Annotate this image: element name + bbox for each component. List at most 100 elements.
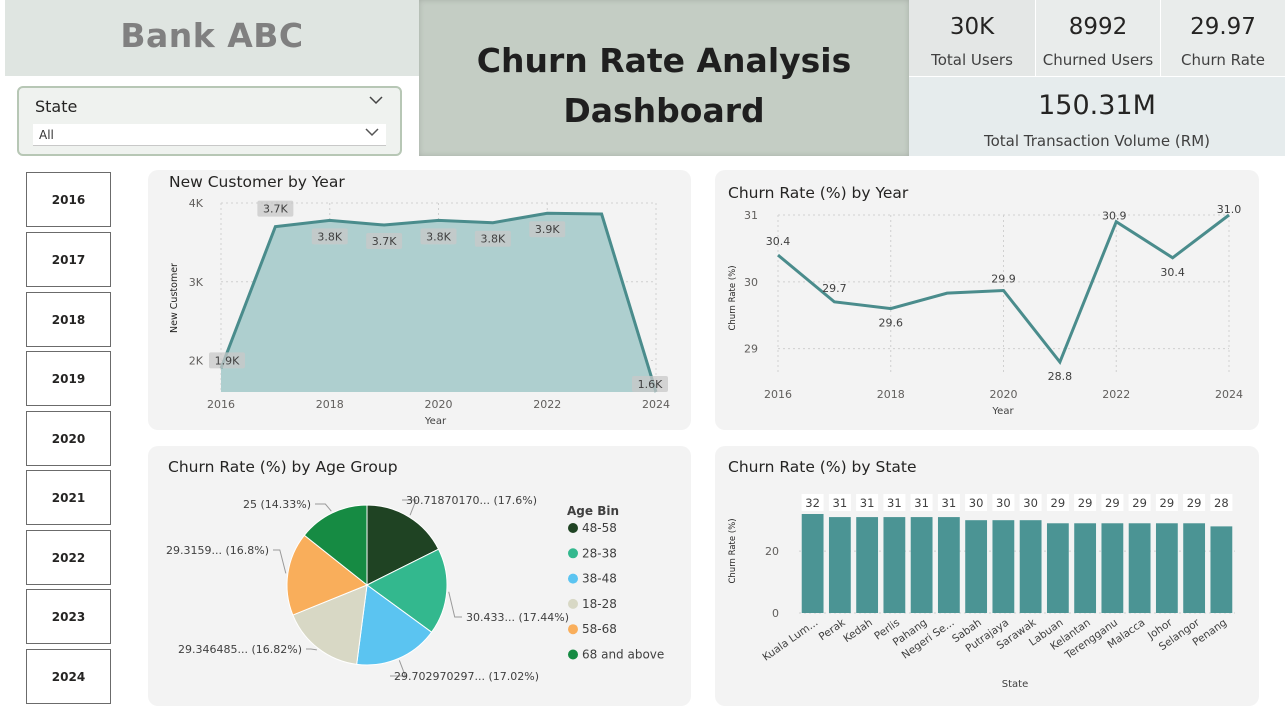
dashboard-title: Churn Rate Analysis Dashboard (419, 36, 909, 136)
churn-state-card[interactable]: Churn Rate (%) by State 0 20 32 Kuala Lum..… (715, 446, 1259, 706)
bar-Labuan (1046, 523, 1069, 613)
y-tick-label: 3K (189, 276, 204, 289)
year-button-2023[interactable]: 2023 (26, 589, 111, 644)
x-axis-label: Year (991, 406, 1014, 417)
data-label: 30.9 (1102, 210, 1127, 223)
x-tick-label: 2018 (877, 388, 905, 401)
year-button-2022[interactable]: 2022 (26, 530, 111, 585)
y-tick-label: 0 (772, 607, 779, 620)
kpi-label: Churned Users (1042, 51, 1154, 69)
data-label: 29.7 (822, 282, 847, 295)
year-button-2019[interactable]: 2019 (26, 351, 111, 406)
legend-marker (568, 598, 578, 609)
new-customer-card[interactable]: New Customer by Year 2K 3K 4K 2016 2018 2020 2… (148, 170, 691, 430)
kpi-label: Total Transaction Volume (RM) (983, 132, 1210, 150)
year-button-2020[interactable]: 2020 (26, 411, 111, 466)
y-tick-label: 30 (744, 276, 758, 289)
x-axis-label: Year (424, 416, 447, 427)
bar-Kedah (856, 517, 879, 613)
legend-marker (568, 548, 578, 559)
slicer-title: State (35, 97, 78, 116)
leader-line (306, 648, 317, 651)
data-label: 31 (887, 496, 902, 510)
x-tick-label: 2020 (990, 388, 1018, 401)
bar-Putrajaya (992, 520, 1015, 613)
new-customer-chart[interactable]: 2K 3K 4K 2016 2018 2020 2022 2024 1.9K 3.7K 3.8K 3.… (148, 170, 691, 430)
year-button-2017[interactable]: 2017 (26, 232, 111, 287)
churn-age-chart[interactable]: 30.71870170... (17.6%) 30.433... (17.44%)… (148, 446, 691, 706)
dashboard-title-line2: Dashboard (563, 91, 765, 130)
bar-Penang (1210, 526, 1233, 613)
chevron-down-icon[interactable] (364, 125, 380, 143)
legend-item: 28-38 (582, 546, 617, 560)
data-label: 1.9K (215, 354, 240, 367)
year-button-2021[interactable]: 2021 (26, 470, 111, 525)
legend-marker (568, 523, 578, 533)
kpi-total-transaction-volume: 150.31M Total Transaction Volume (RM) (909, 77, 1285, 156)
slice-label: 30.71870170... (17.6%) (406, 494, 537, 507)
dashboard-title-line1: Churn Rate Analysis (476, 41, 852, 80)
x-tick-label: 2022 (1102, 388, 1130, 401)
bar-Sabah (965, 520, 988, 613)
data-label: 30 (969, 496, 984, 510)
legend-item: 38-48 (582, 572, 617, 586)
data-label: 3.9K (535, 223, 560, 236)
data-label: 29 (1187, 496, 1202, 510)
x-tick-label: 2016 (764, 388, 792, 401)
bar-Perlis (883, 517, 906, 613)
bar-Kelantan (1074, 523, 1097, 613)
data-label: 3.8K (426, 230, 451, 243)
data-label: 29 (1105, 496, 1120, 510)
x-tick-label: Kuala Lum... (760, 617, 820, 664)
data-label: 29.6 (879, 317, 904, 330)
kpi-label: Churn Rate (1180, 51, 1266, 69)
data-label: 29 (1132, 496, 1147, 510)
slice-label: 25 (14.33%) (243, 498, 311, 511)
churn-year-chart[interactable]: 29 30 31 2016 2018 2020 2022 2024 30.4 29.7 29.6 29… (715, 170, 1259, 430)
leader-line (448, 591, 462, 618)
bar-Malacca (1128, 523, 1151, 613)
state-dropdown[interactable]: All (33, 124, 386, 146)
brand-panel: Bank ABC (5, 0, 419, 76)
data-label: 30.4 (766, 235, 791, 248)
kpi-churned-users: 8992 Churned Users (1036, 0, 1160, 76)
bar-Selangor (1183, 523, 1206, 613)
data-label: 29 (1078, 496, 1093, 510)
bar-Johor (1155, 523, 1178, 613)
data-label: 31.0 (1217, 203, 1242, 216)
data-label: 30 (1023, 496, 1038, 510)
state-dropdown-value: All (39, 128, 54, 142)
bar-NegeriSe (937, 517, 960, 613)
bar-Perak (828, 517, 851, 613)
data-label: 3.8K (481, 233, 506, 246)
bar-Pahang (910, 517, 933, 613)
legend-item: 18-28 (582, 597, 617, 611)
x-axis-label: State (1002, 679, 1028, 690)
year-button-2018[interactable]: 2018 (26, 292, 111, 347)
legend-marker (568, 649, 578, 660)
bar-KualaLum (801, 514, 824, 613)
data-label: 28.8 (1048, 370, 1073, 383)
churn-year-card[interactable]: Churn Rate (%) by Year 29 30 31 2016 2018 202… (715, 170, 1259, 430)
year-button-2024[interactable]: 2024 (26, 649, 111, 704)
y-tick-label: 2K (189, 355, 204, 368)
y-tick-label: 31 (744, 209, 758, 222)
x-tick-label: 2022 (533, 398, 561, 411)
state-slicer[interactable]: State All (17, 86, 402, 156)
data-label: 31 (942, 496, 957, 510)
x-tick-label: 2016 (207, 398, 235, 411)
chevron-down-icon[interactable] (368, 94, 384, 110)
data-label: 3.7K (372, 235, 397, 248)
kpi-value: 29.97 (1190, 14, 1256, 40)
y-axis-label: Churn Rate (%) (728, 265, 738, 330)
churn-state-chart[interactable]: 02032Kuala Lum...31Perak31Kedah31Perlis3… (715, 446, 1259, 706)
slice-label: 29.3159... (16.8%) (166, 544, 269, 557)
churn-age-card[interactable]: Churn Rate (%) by Age Group 30.71870170.… (148, 446, 691, 706)
kpi-total-users: 30K Total Users (909, 0, 1035, 76)
data-label: 30.4 (1160, 266, 1185, 279)
legend-title: Age Bin (567, 504, 619, 518)
legend-item: 58-68 (582, 622, 617, 636)
year-button-2016[interactable]: 2016 (26, 172, 111, 227)
data-label: 29 (1160, 496, 1175, 510)
x-tick-label: Kedah (841, 617, 875, 646)
